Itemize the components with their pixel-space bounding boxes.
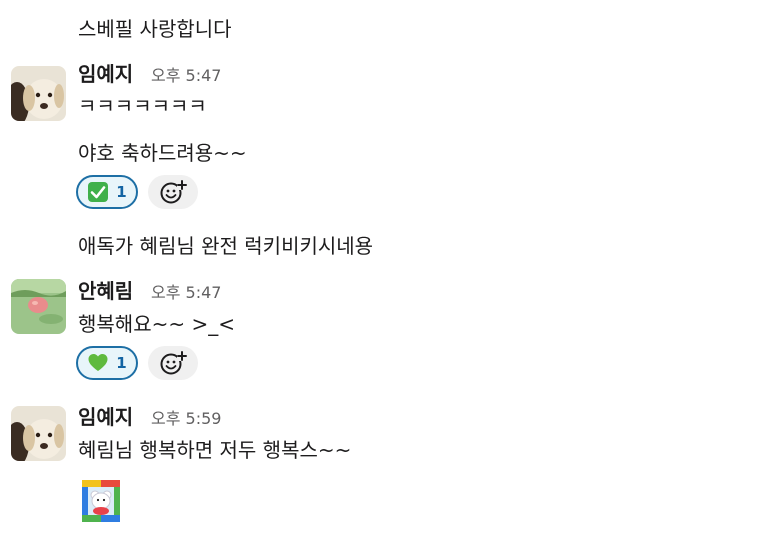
puppy-avatar-image [11,66,66,121]
avatar-garden[interactable] [11,279,66,334]
add-reaction-button[interactable] [148,175,198,209]
puppy-avatar-image [11,406,66,461]
green-heart-emoji-icon [88,354,108,371]
reaction-count: 1 [116,183,127,201]
garden-avatar-image [11,279,66,334]
message-text: 혜림님 행복하면 저두 행복스~~ [78,438,352,462]
message-text: 애독가 혜림님 완전 럭키비키시네용 [78,234,374,258]
add-reaction-icon [160,180,187,204]
avatar-puppy[interactable] [11,66,66,121]
message-timestamp[interactable]: 오후 5:47 [151,280,221,306]
message-text: 야호 축하드려용~~ [78,141,247,165]
message-text: 스베필 사랑합니다 [78,17,232,41]
message-text: 행복해요~~ >_< [78,312,235,336]
sender-name[interactable]: 안혜림 [78,278,133,304]
reaction-green-heart[interactable]: 1 [76,346,138,380]
reaction-count: 1 [116,354,127,372]
message-text: ㅋㅋㅋㅋㅋㅋㅋ [78,94,207,118]
check-mark-emoji-icon [88,182,109,202]
sender-name[interactable]: 임예지 [78,61,133,87]
hamster-sticker-emoji [82,480,120,522]
add-reaction-button[interactable] [148,346,198,380]
add-reaction-icon [160,351,187,375]
message-timestamp[interactable]: 오후 5:47 [151,63,221,89]
sender-name[interactable]: 임예지 [78,404,133,430]
message-timestamp[interactable]: 오후 5:59 [151,406,221,432]
reaction-check-mark[interactable]: 1 [76,175,138,209]
hamster-sticker-icon [82,480,120,522]
avatar-puppy[interactable] [11,406,66,461]
